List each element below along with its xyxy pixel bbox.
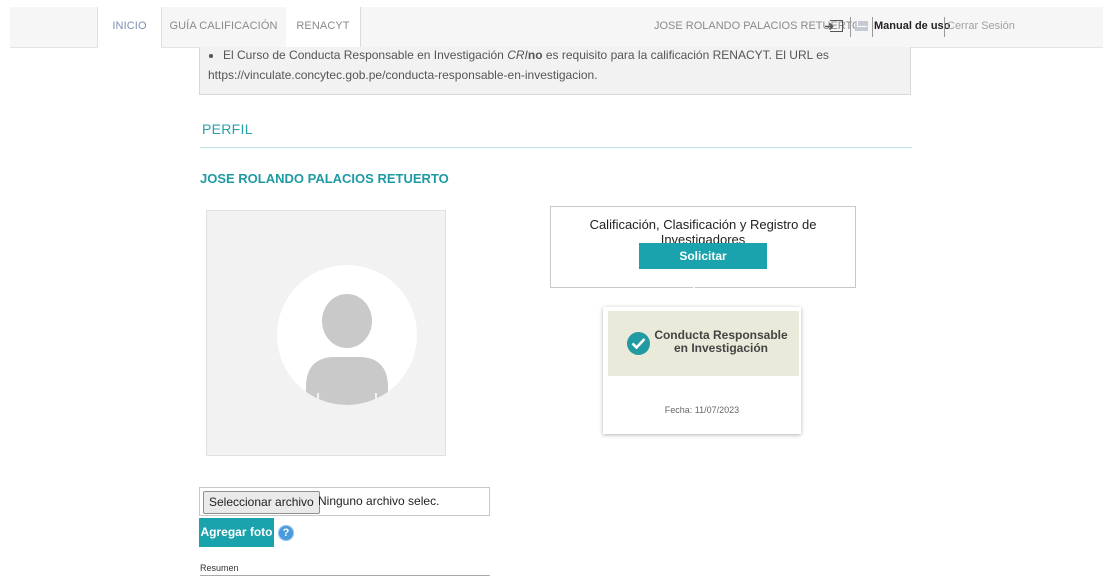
info-text: es requisito para la calificación RENACY… bbox=[542, 48, 829, 62]
section-title: PERFIL bbox=[202, 121, 253, 137]
tab-inicio[interactable]: INICIO bbox=[97, 7, 162, 48]
resumen-divider bbox=[200, 575, 490, 576]
cri-badge[interactable]: Conducta Responsable en Investigación Fe… bbox=[603, 307, 801, 434]
sign-out-icon[interactable] bbox=[825, 20, 843, 32]
add-photo-button[interactable]: Agregar foto bbox=[199, 518, 274, 547]
bullet bbox=[209, 53, 213, 58]
info-notice: El Curso de Conducta Responsable en Inve… bbox=[199, 47, 911, 95]
tab-guia-calificacion[interactable]: GUÍA CALIFICACIÓN bbox=[161, 7, 287, 47]
cri-abbrev: CRI bbox=[507, 48, 528, 62]
check-icon bbox=[627, 332, 650, 355]
resumen-label: Resumen bbox=[200, 563, 239, 573]
info-line: El Curso de Conducta Responsable en Inve… bbox=[209, 45, 829, 65]
cri-line2: en Investigación bbox=[673, 341, 769, 355]
info-text: El Curso de Conducta Responsable en Inve… bbox=[223, 48, 508, 62]
cri-badge-text: Conducta Responsable en Investigación bbox=[651, 329, 791, 355]
user-silhouette-icon bbox=[277, 265, 417, 405]
nav-divider bbox=[850, 17, 851, 37]
solicitar-incorporacion-button[interactable]: Solicitar Incorporación bbox=[639, 243, 767, 289]
profile-name: JOSE ROLANDO PALACIOS RETUERTO bbox=[200, 171, 449, 186]
file-status: Ninguno archivo selec. bbox=[318, 494, 440, 508]
info-url: https://vinculate.concytec.gob.pe/conduc… bbox=[208, 68, 598, 82]
help-icon[interactable]: ? bbox=[278, 525, 294, 541]
top-nav: INICIO GUÍA CALIFICACIÓN RENACYT JOSE RO… bbox=[10, 7, 1103, 48]
cri-banner: Conducta Responsable en Investigación bbox=[608, 311, 799, 376]
nav-divider bbox=[944, 17, 945, 37]
info-no: no bbox=[527, 48, 543, 62]
section-divider bbox=[200, 147, 912, 148]
cri-date: Fecha: 11/07/2023 bbox=[664, 405, 740, 415]
tab-renacyt[interactable]: RENACYT bbox=[286, 7, 361, 48]
avatar bbox=[206, 210, 446, 456]
renacyt-card: Calificación, Clasificación y Registro d… bbox=[550, 206, 856, 289]
photo-file-input[interactable]: Seleccionar archivo Ninguno archivo sele… bbox=[199, 487, 490, 516]
manual-link[interactable]: Manual de uso bbox=[874, 7, 950, 47]
nav-divider bbox=[872, 17, 873, 37]
logout-link[interactable]: Cerrar Sesión bbox=[947, 7, 1015, 47]
mail-icon[interactable] bbox=[855, 21, 868, 31]
choose-file-button[interactable]: Seleccionar archivo bbox=[203, 491, 320, 514]
